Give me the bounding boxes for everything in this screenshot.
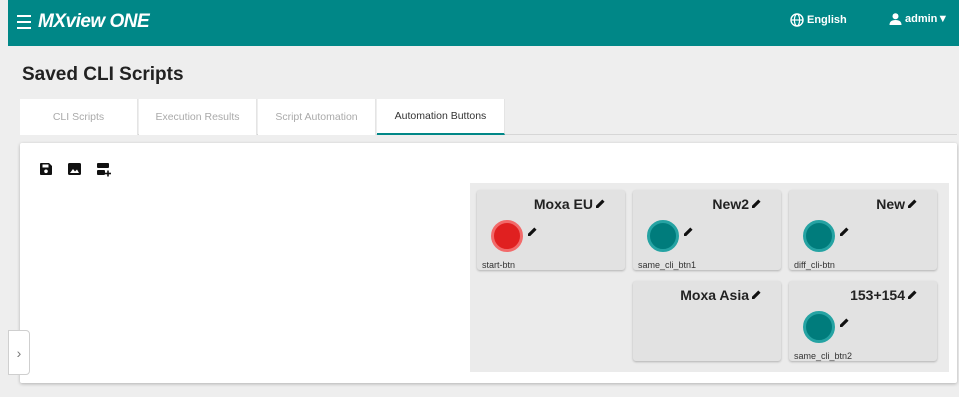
page-title: Saved CLI Scripts — [22, 64, 184, 85]
pencil-icon[interactable] — [752, 199, 761, 208]
chevron-right-icon[interactable]: › — [8, 330, 30, 375]
top-app-bar: MXview ONE English admin ▼ — [8, 0, 959, 46]
image-icon[interactable] — [68, 163, 81, 175]
button-label: same_cli_btn1 — [638, 260, 697, 270]
automation-run-button[interactable] — [803, 220, 835, 252]
pencil-icon[interactable] — [908, 290, 917, 299]
pencil-icon[interactable] — [752, 290, 761, 299]
pencil-icon[interactable] — [684, 227, 693, 236]
tab-execution-results[interactable]: Execution Results — [139, 99, 257, 135]
automation-run-button[interactable] — [647, 220, 679, 252]
save-icon[interactable] — [40, 163, 52, 175]
automation-button-card: 153+154 same_cli_btn2 — [789, 281, 937, 361]
button-label: start-btn — [482, 260, 516, 270]
user-menu[interactable]: admin ▼ — [889, 13, 948, 25]
menu-icon[interactable] — [17, 15, 31, 29]
pencil-icon[interactable] — [908, 199, 917, 208]
button-title: 153+154 — [850, 287, 905, 303]
pencil-icon[interactable] — [840, 318, 849, 327]
language-selector[interactable]: English — [790, 13, 847, 27]
button-title: New2 — [712, 196, 749, 212]
tab-bar: CLI Scripts Execution Results Script Aut… — [20, 99, 957, 135]
automation-button-card: New diff_cli-btn — [789, 190, 937, 270]
brand-logo: MXview ONE — [38, 11, 150, 32]
button-title: New — [876, 196, 905, 212]
automation-button-card: Moxa Asia — [633, 281, 781, 361]
tab-script-automation[interactable]: Script Automation — [258, 99, 376, 135]
automation-button-card: New2 same_cli_btn1 — [633, 190, 781, 270]
pencil-icon[interactable] — [528, 227, 537, 236]
language-label: English — [807, 14, 847, 26]
user-name: admin — [905, 13, 938, 25]
globe-icon — [790, 13, 804, 27]
person-icon — [889, 13, 902, 25]
add-button-icon[interactable] — [97, 163, 111, 177]
button-label: diff_cli-btn — [794, 260, 835, 270]
automation-run-button[interactable] — [803, 311, 835, 343]
automation-button-card: Moxa EU start-btn — [477, 190, 625, 270]
pencil-icon[interactable] — [840, 227, 849, 236]
automation-run-button[interactable] — [491, 220, 523, 252]
chevron-down-icon: ▼ — [937, 13, 949, 25]
automation-buttons-card: Moxa EU start-btn New2 same_cli_btn1 New… — [20, 143, 957, 383]
pencil-icon[interactable] — [596, 199, 605, 208]
tab-cli-scripts[interactable]: CLI Scripts — [20, 99, 138, 135]
button-title: Moxa EU — [533, 196, 593, 212]
automation-button-grid: Moxa EU start-btn New2 same_cli_btn1 New… — [470, 183, 949, 372]
button-label: same_cli_btn2 — [794, 351, 853, 361]
button-title: Moxa Asia — [680, 287, 749, 303]
tab-automation-buttons[interactable]: Automation Buttons — [377, 99, 505, 135]
